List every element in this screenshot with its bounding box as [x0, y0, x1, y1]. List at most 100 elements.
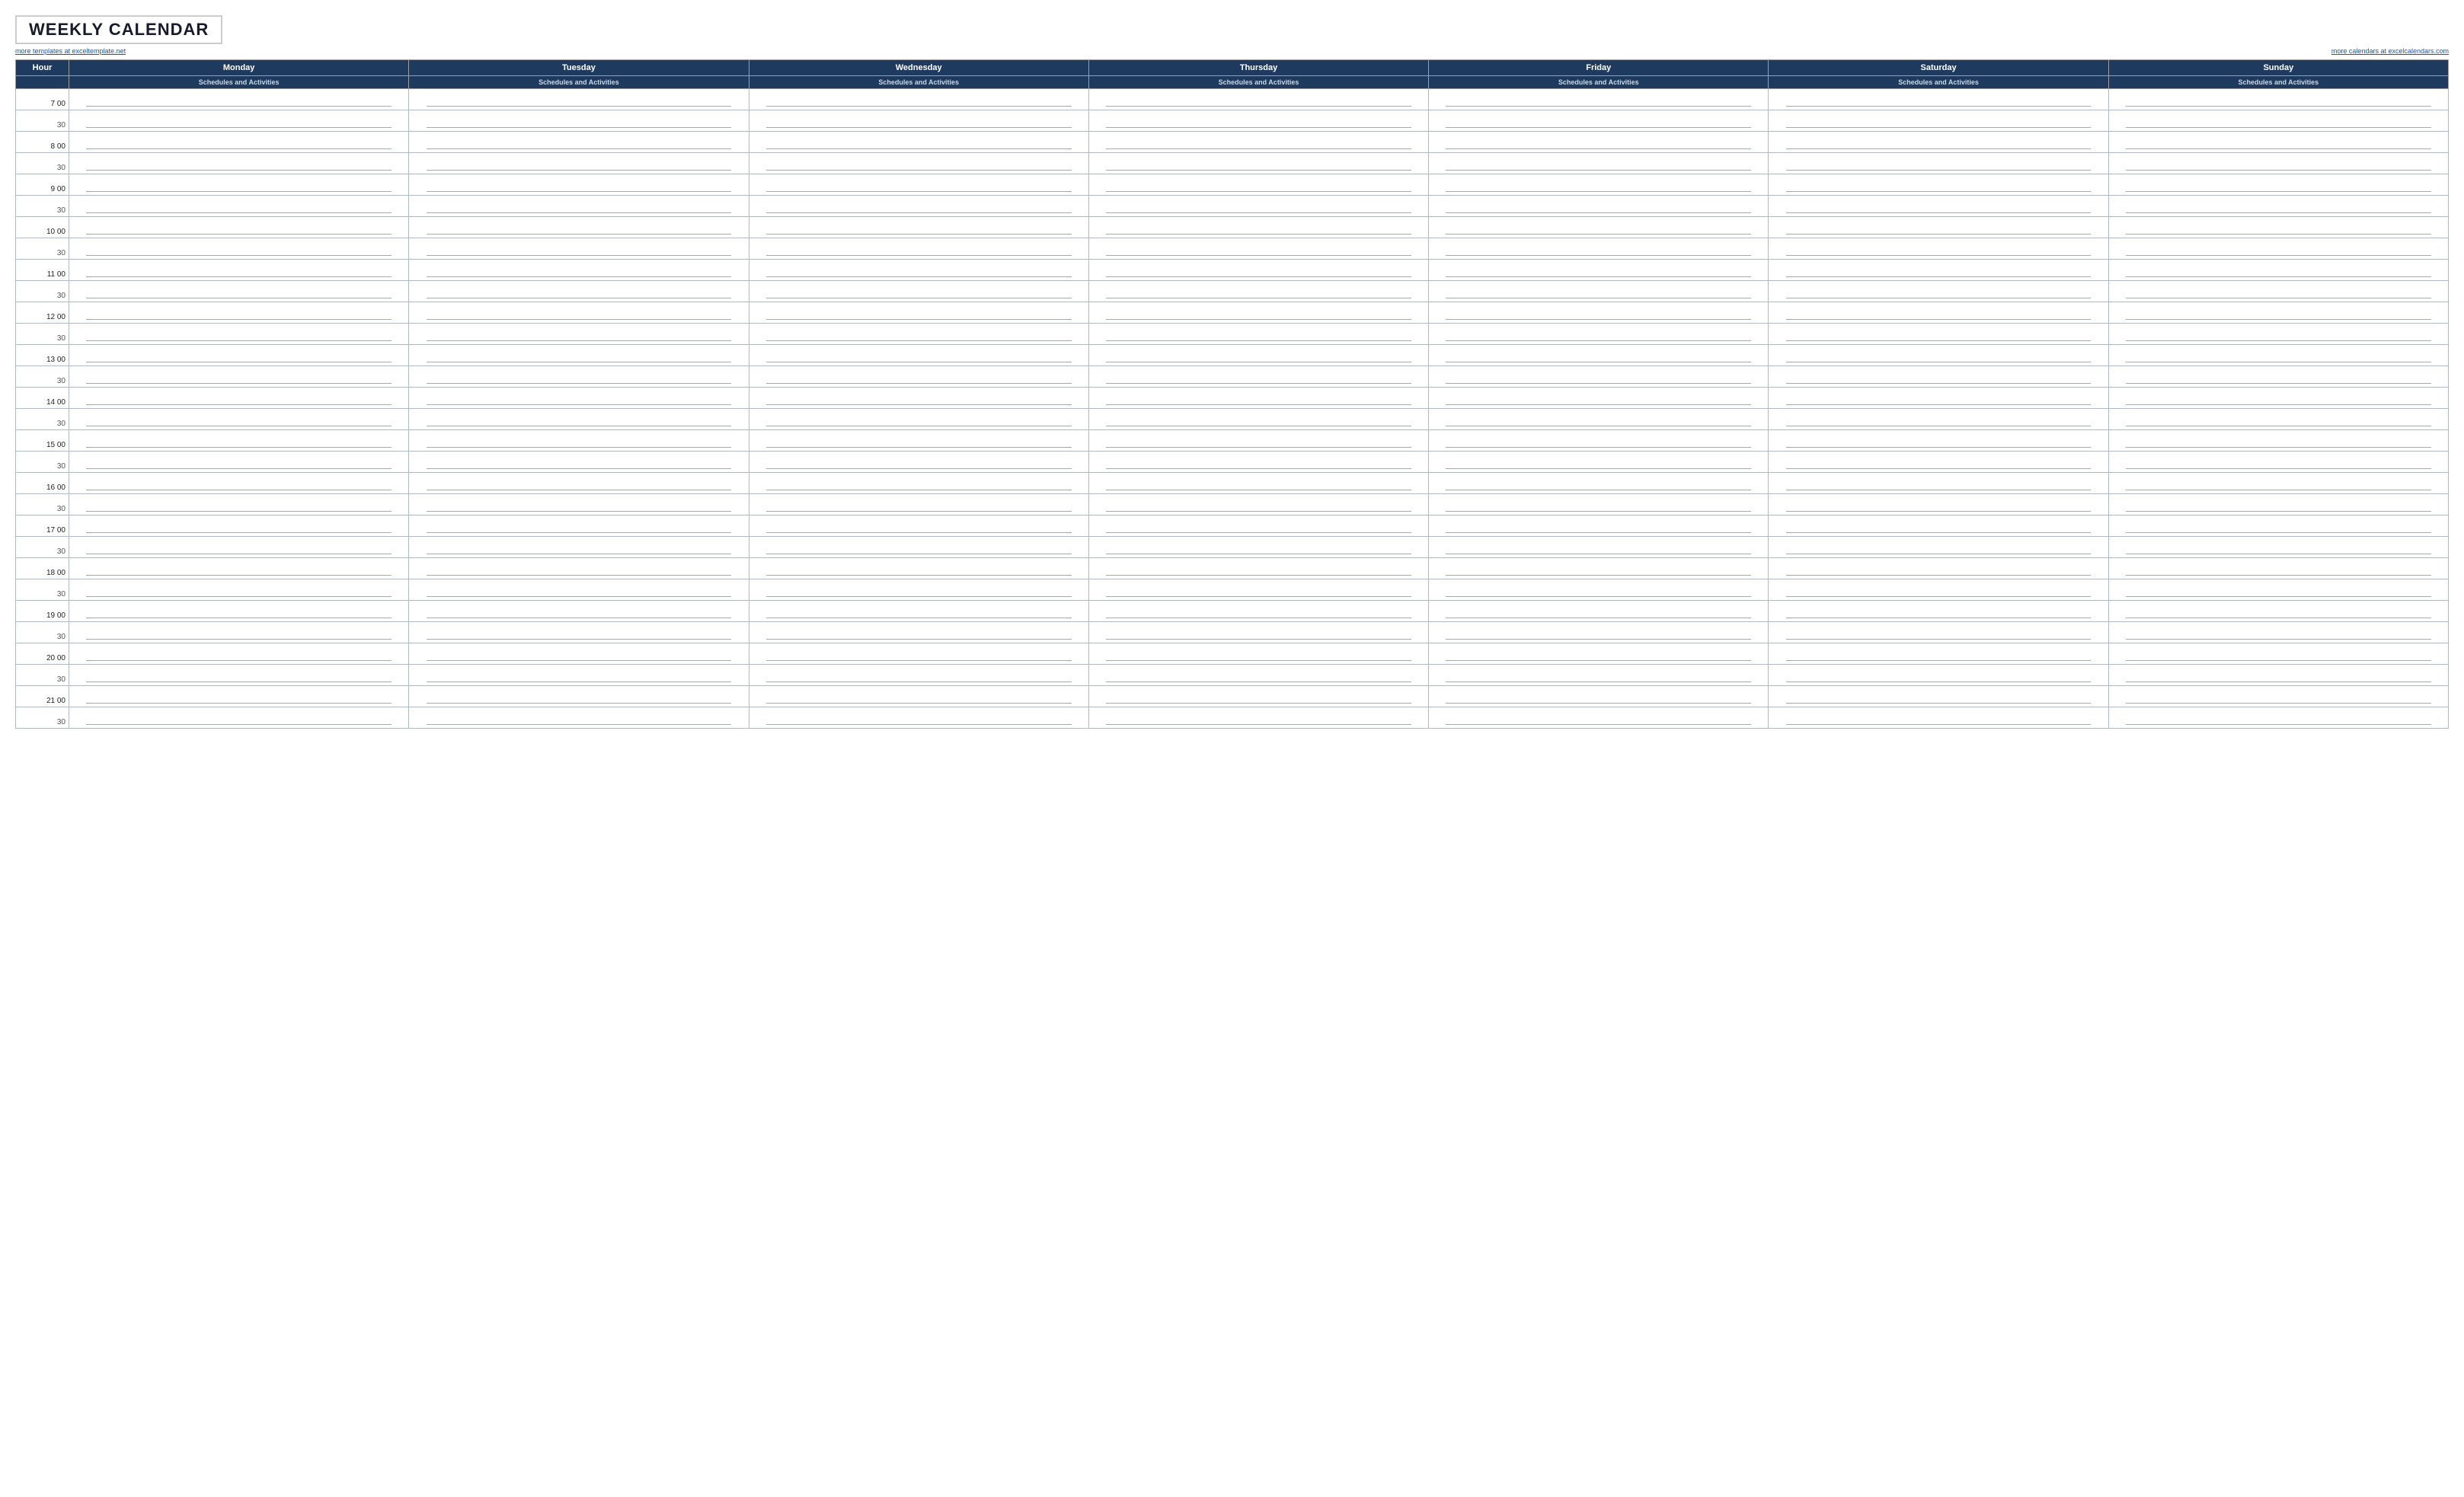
schedule-cell[interactable]: [1088, 430, 1428, 452]
schedule-cell[interactable]: [409, 494, 749, 515]
schedule-cell[interactable]: [409, 430, 749, 452]
schedule-cell[interactable]: [1088, 515, 1428, 537]
schedule-cell[interactable]: [409, 601, 749, 622]
schedule-cell[interactable]: [2108, 302, 2448, 324]
schedule-cell[interactable]: [1088, 174, 1428, 196]
schedule-cell[interactable]: [409, 558, 749, 579]
schedule-cell[interactable]: [409, 665, 749, 686]
schedule-cell[interactable]: [2108, 686, 2448, 707]
schedule-cell[interactable]: [1429, 132, 1769, 153]
schedule-cell[interactable]: [749, 622, 1088, 643]
schedule-cell[interactable]: [69, 643, 409, 665]
schedule-cell[interactable]: [1429, 579, 1769, 601]
schedule-cell[interactable]: [409, 409, 749, 430]
schedule-cell[interactable]: [409, 473, 749, 494]
schedule-cell[interactable]: [749, 579, 1088, 601]
schedule-cell[interactable]: [1429, 174, 1769, 196]
schedule-cell[interactable]: [2108, 473, 2448, 494]
schedule-cell[interactable]: [749, 324, 1088, 345]
schedule-cell[interactable]: [1088, 324, 1428, 345]
schedule-cell[interactable]: [749, 132, 1088, 153]
schedule-cell[interactable]: [2108, 388, 2448, 409]
schedule-cell[interactable]: [1429, 558, 1769, 579]
schedule-cell[interactable]: [69, 217, 409, 238]
schedule-cell[interactable]: [1429, 707, 1769, 729]
schedule-cell[interactable]: [1088, 622, 1428, 643]
schedule-cell[interactable]: [1769, 217, 2108, 238]
schedule-cell[interactable]: [749, 196, 1088, 217]
schedule-cell[interactable]: [1088, 707, 1428, 729]
schedule-cell[interactable]: [1088, 686, 1428, 707]
schedule-cell[interactable]: [409, 238, 749, 260]
schedule-cell[interactable]: [2108, 452, 2448, 473]
schedule-cell[interactable]: [1769, 174, 2108, 196]
link-left[interactable]: more templates at exceltemplate.net: [15, 47, 126, 55]
schedule-cell[interactable]: [69, 132, 409, 153]
schedule-cell[interactable]: [749, 345, 1088, 366]
schedule-cell[interactable]: [2108, 430, 2448, 452]
schedule-cell[interactable]: [409, 452, 749, 473]
schedule-cell[interactable]: [1088, 537, 1428, 558]
schedule-cell[interactable]: [1088, 260, 1428, 281]
schedule-cell[interactable]: [1769, 281, 2108, 302]
schedule-cell[interactable]: [1769, 515, 2108, 537]
schedule-cell[interactable]: [1429, 643, 1769, 665]
schedule-cell[interactable]: [1769, 260, 2108, 281]
schedule-cell[interactable]: [1769, 473, 2108, 494]
schedule-cell[interactable]: [1429, 196, 1769, 217]
schedule-cell[interactable]: [69, 238, 409, 260]
schedule-cell[interactable]: [749, 452, 1088, 473]
schedule-cell[interactable]: [69, 281, 409, 302]
schedule-cell[interactable]: [2108, 665, 2448, 686]
schedule-cell[interactable]: [1429, 281, 1769, 302]
schedule-cell[interactable]: [1769, 324, 2108, 345]
schedule-cell[interactable]: [1088, 409, 1428, 430]
schedule-cell[interactable]: [2108, 494, 2448, 515]
schedule-cell[interactable]: [409, 515, 749, 537]
schedule-cell[interactable]: [409, 537, 749, 558]
schedule-cell[interactable]: [409, 643, 749, 665]
schedule-cell[interactable]: [69, 324, 409, 345]
schedule-cell[interactable]: [1088, 643, 1428, 665]
schedule-cell[interactable]: [409, 686, 749, 707]
schedule-cell[interactable]: [1769, 707, 2108, 729]
schedule-cell[interactable]: [1429, 345, 1769, 366]
schedule-cell[interactable]: [1769, 601, 2108, 622]
schedule-cell[interactable]: [69, 665, 409, 686]
schedule-cell[interactable]: [409, 366, 749, 388]
schedule-cell[interactable]: [1088, 89, 1428, 110]
schedule-cell[interactable]: [1769, 452, 2108, 473]
schedule-cell[interactable]: [69, 579, 409, 601]
schedule-cell[interactable]: [69, 366, 409, 388]
schedule-cell[interactable]: [1429, 324, 1769, 345]
schedule-cell[interactable]: [2108, 196, 2448, 217]
schedule-cell[interactable]: [2108, 260, 2448, 281]
schedule-cell[interactable]: [749, 601, 1088, 622]
schedule-cell[interactable]: [749, 643, 1088, 665]
schedule-cell[interactable]: [69, 537, 409, 558]
schedule-cell[interactable]: [1429, 686, 1769, 707]
schedule-cell[interactable]: [1088, 366, 1428, 388]
schedule-cell[interactable]: [1429, 622, 1769, 643]
schedule-cell[interactable]: [749, 494, 1088, 515]
schedule-cell[interactable]: [1429, 153, 1769, 174]
schedule-cell[interactable]: [69, 409, 409, 430]
schedule-cell[interactable]: [1769, 132, 2108, 153]
schedule-cell[interactable]: [1769, 409, 2108, 430]
schedule-cell[interactable]: [1769, 643, 2108, 665]
schedule-cell[interactable]: [69, 686, 409, 707]
schedule-cell[interactable]: [1769, 537, 2108, 558]
schedule-cell[interactable]: [1429, 601, 1769, 622]
schedule-cell[interactable]: [409, 622, 749, 643]
schedule-cell[interactable]: [1429, 302, 1769, 324]
schedule-cell[interactable]: [1769, 238, 2108, 260]
schedule-cell[interactable]: [69, 89, 409, 110]
schedule-cell[interactable]: [2108, 345, 2448, 366]
schedule-cell[interactable]: [1769, 110, 2108, 132]
schedule-cell[interactable]: [1429, 238, 1769, 260]
schedule-cell[interactable]: [1429, 89, 1769, 110]
schedule-cell[interactable]: [1088, 579, 1428, 601]
schedule-cell[interactable]: [409, 324, 749, 345]
schedule-cell[interactable]: [1769, 153, 2108, 174]
schedule-cell[interactable]: [749, 558, 1088, 579]
